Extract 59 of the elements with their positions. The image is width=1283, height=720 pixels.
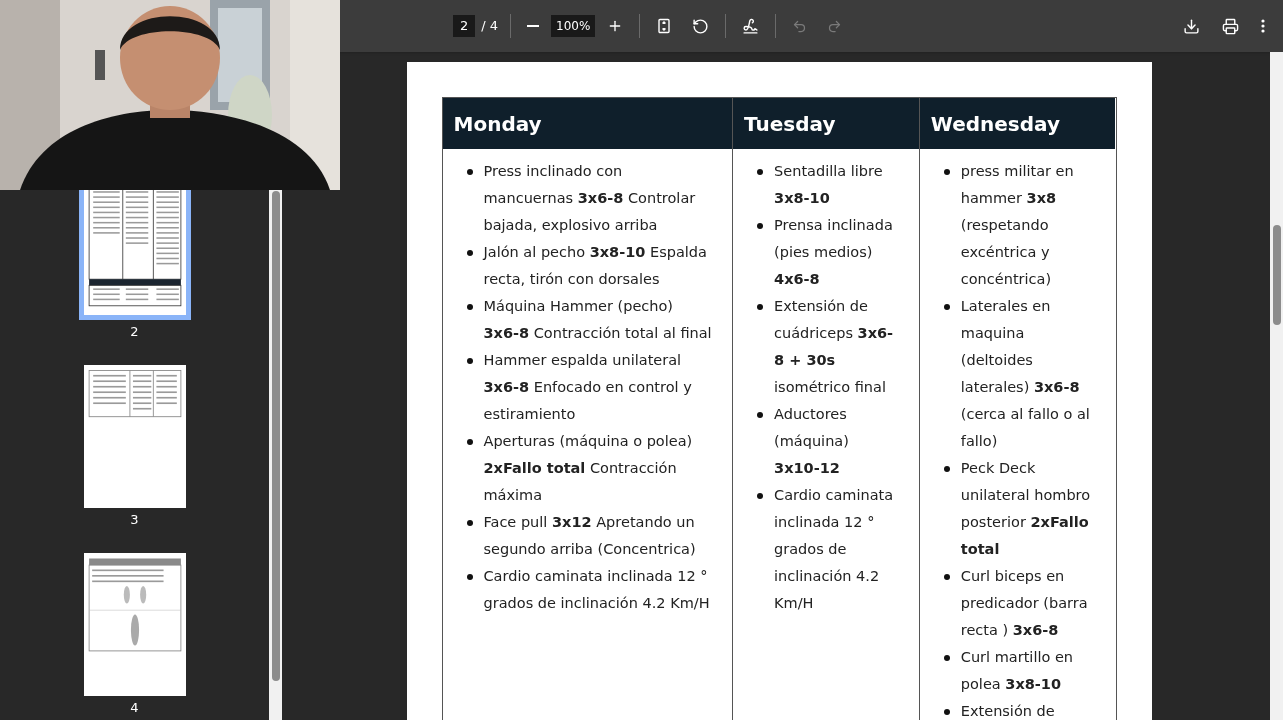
- exercise-text: Laterales en maquina (deltoides laterales) 3x6-8 (cerca al fallo o al fallo): [960, 297, 1091, 451]
- exercise-text: press militar en hammer 3x8 (respetando excéntrica y concéntrica): [960, 162, 1075, 289]
- exercise-text: Prensa inclinada (pies medios) 4x6-8: [774, 216, 894, 289]
- bullet-icon: [757, 169, 764, 175]
- exercise-text: Jalón al pecho 3x8-10 Espalda recta, tirón con dorsales: [483, 243, 708, 289]
- page-number: 4: [130, 700, 139, 716]
- rotate-icon: [692, 17, 710, 35]
- bullet-icon: [943, 574, 950, 580]
- page-thumbnail[interactable]: [83, 553, 186, 696]
- day-heading: Wednesday: [930, 110, 1060, 138]
- page-number: 2: [130, 324, 139, 340]
- scrollbar[interactable]: [1270, 52, 1283, 720]
- bullet-icon: [466, 169, 473, 175]
- bullet-icon: [466, 520, 473, 526]
- printer-icon: [1222, 17, 1239, 35]
- exercise-text: Curl martillo en polea 3x8-10: [960, 648, 1075, 694]
- page-number-field[interactable]: 2: [453, 15, 476, 37]
- bullet-icon: [466, 574, 473, 580]
- undo-icon: [792, 18, 808, 34]
- signature-icon: [742, 17, 760, 35]
- exercise-text: Máquina Hammer (pecho) 3x6-8 Contracción total al final: [483, 297, 713, 343]
- page-thumbnail[interactable]: [83, 365, 186, 508]
- exercise-text: Cardio caminata inclinada 12 ° grados de inclinación 4.2 Km/H: [774, 486, 895, 613]
- exercise-text: Peck Deck unilateral hombro posterior 2xFallo total: [960, 459, 1092, 559]
- exercise-text: Extensión de: [960, 702, 1055, 720]
- bullet-icon: [757, 223, 764, 229]
- exercise-text: Cardio caminata inclinada 12 ° grados de inclinación 4.2 Km/H: [483, 567, 711, 613]
- exercise-text: Hammer espalda unilateral 3x6-8 Enfocado en control y estiramiento: [483, 351, 693, 424]
- bullet-icon: [757, 304, 764, 310]
- bullet-icon: [757, 412, 764, 418]
- bullet-icon: [757, 493, 764, 499]
- bullet-icon: [943, 304, 950, 310]
- bullet-icon: [466, 358, 473, 364]
- bullet-icon: [943, 466, 950, 472]
- day-heading: Monday: [453, 110, 542, 138]
- exercise-text: Extensión de cuádriceps 3x6-8 + 30s isométrico final: [774, 297, 895, 397]
- exercise-text: Aductores (máquina) 3x10-12: [774, 405, 850, 478]
- exercise-text: Face pull 3x12 Apretando un segundo arriba (Concentrica): [483, 513, 697, 559]
- bullet-icon: [943, 169, 950, 175]
- page-thumbnail[interactable]: [78, 190, 191, 320]
- more-icon: [1261, 19, 1265, 33]
- page-number: 3: [130, 512, 139, 528]
- bullet-icon: [943, 655, 950, 661]
- bullet-icon: [943, 709, 950, 715]
- fit-page-icon: [656, 18, 673, 34]
- redo-icon: [827, 18, 843, 34]
- bullet-icon: [466, 304, 473, 310]
- bullet-icon: [466, 439, 473, 445]
- exercise-text: Sentadilla libre 3x8-10: [774, 162, 884, 208]
- download-icon: [1183, 17, 1200, 35]
- minus-icon: [527, 25, 540, 27]
- bullet-icon: [466, 250, 473, 256]
- exercise-text: Curl biceps en predicador (barra recta ) 3x6-8: [960, 567, 1089, 640]
- zoom-field[interactable]: 100%: [551, 15, 596, 37]
- page-count: / 4: [481, 17, 499, 36]
- day-heading: Tuesday: [744, 110, 836, 138]
- exercise-text: Press inclinado con mancuernas 3x6-8 Controlar bajada, explosivo arriba: [483, 162, 697, 235]
- exercise-text: Aperturas (máquina o polea) 2xFallo total Contracción máxima: [483, 432, 694, 505]
- scrollbar[interactable]: [269, 190, 282, 720]
